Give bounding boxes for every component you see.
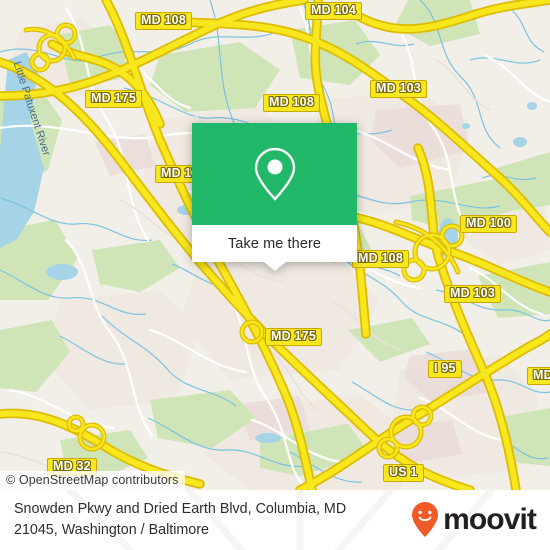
road-shield[interactable]: MD 1 <box>527 367 550 385</box>
osm-attribution[interactable]: © OpenStreetMap contributors <box>0 471 185 490</box>
popup-header <box>192 123 357 225</box>
moovit-logo[interactable]: moovit <box>410 501 540 539</box>
popup-pointer <box>263 262 286 271</box>
road-shield[interactable]: I 95 <box>428 360 462 378</box>
map-pin-icon <box>254 147 295 201</box>
place-name-line1: Snowden Pkwy and Dried Earth Blvd, Colum… <box>14 501 347 517</box>
road-shield[interactable]: US 1 <box>383 464 424 482</box>
road-shield[interactable]: MD 108 <box>352 250 409 268</box>
moovit-wordmark: moovit <box>443 503 537 536</box>
road-shield[interactable]: MD 108 <box>263 94 320 112</box>
road-shield[interactable]: MD 175 <box>85 90 142 108</box>
map-canvas[interactable]: Little Patuxent River MD 108 MD 104 MD 1… <box>0 0 550 490</box>
road-shield[interactable]: MD 108 <box>135 12 192 30</box>
road-shield[interactable]: MD 100 <box>460 215 517 233</box>
place-name: Snowden Pkwy and Dried Earth Blvd, Colum… <box>14 499 346 541</box>
moovit-pin-icon <box>412 502 439 537</box>
take-me-there-button[interactable]: Take me there <box>192 225 357 262</box>
location-popup-card[interactable]: Take me there <box>192 123 357 271</box>
place-name-line2: 21045, Washington / Baltimore <box>14 522 209 538</box>
road-shield[interactable]: MD 103 <box>370 80 427 98</box>
road-shield[interactable]: MD 175 <box>265 328 322 346</box>
bottom-info-bar: Snowden Pkwy and Dried Earth Blvd, Colum… <box>0 490 550 550</box>
road-shield[interactable]: MD 103 <box>444 285 501 303</box>
screenshot-root: Little Patuxent River MD 108 MD 104 MD 1… <box>0 0 550 550</box>
road-shield[interactable]: MD 104 <box>305 2 362 20</box>
